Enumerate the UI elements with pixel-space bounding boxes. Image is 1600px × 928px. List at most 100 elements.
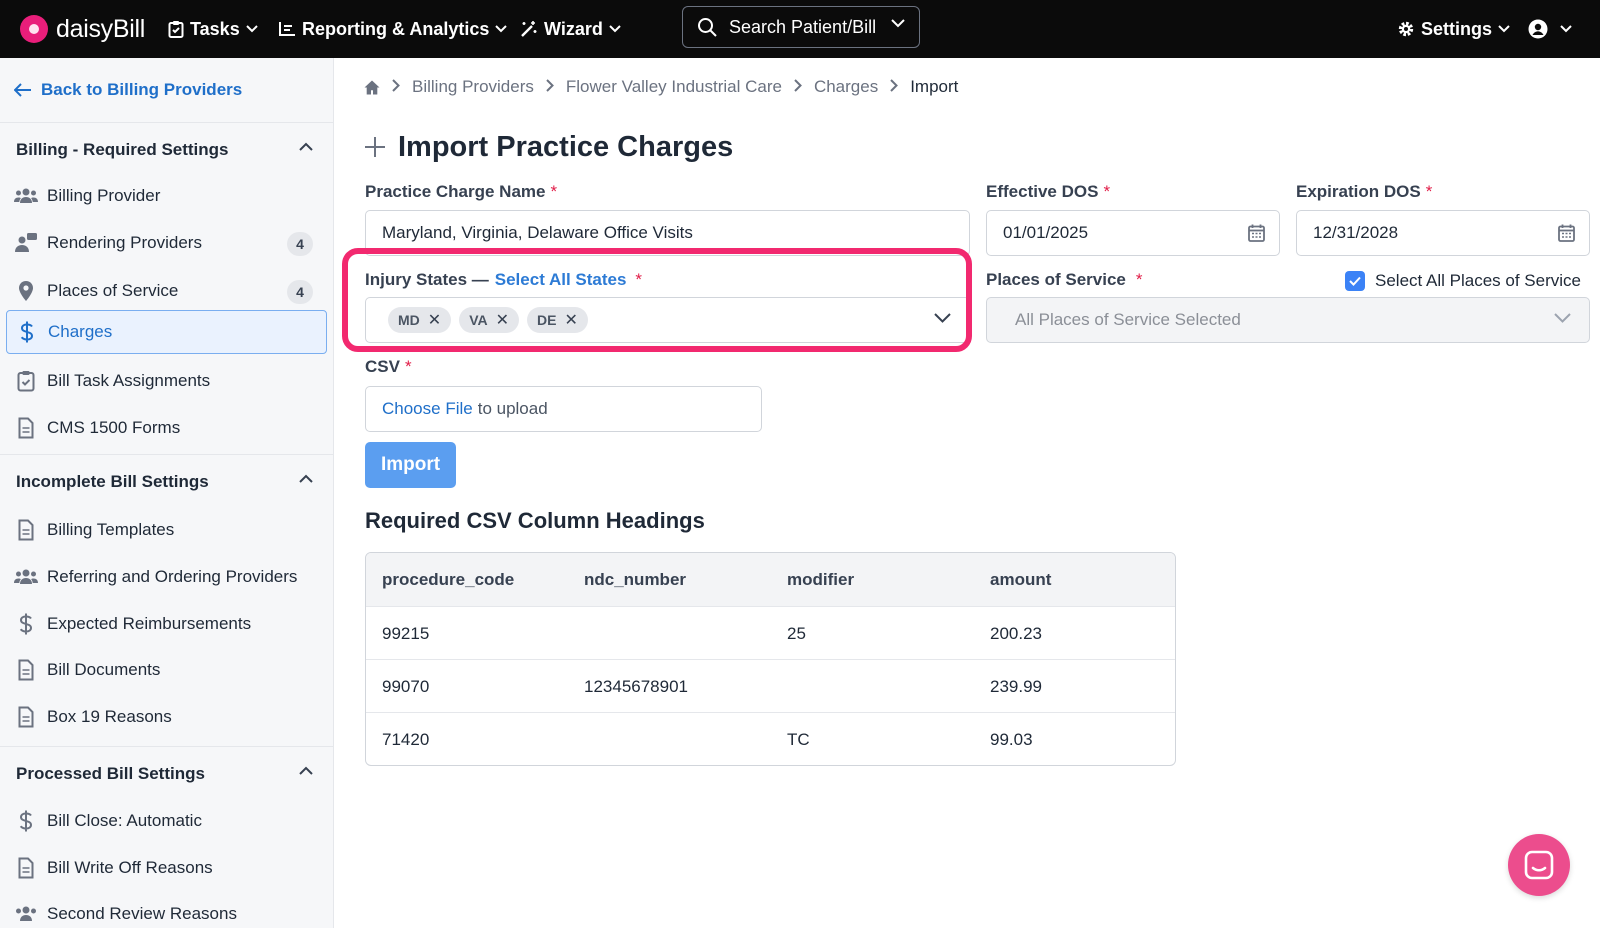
breadcrumb-charges[interactable]: Charges (814, 77, 878, 97)
chevron-down-icon (1554, 313, 1571, 323)
select-all-pos-checkbox[interactable]: Select All Places of Service (1345, 270, 1581, 292)
clipboard-icon (168, 21, 184, 38)
chevron-down-icon (245, 25, 258, 33)
select-all-states-link[interactable]: Select All States (495, 270, 627, 290)
sidebar-item-expected-reimbursements[interactable]: Expected Reimbursements (6, 602, 327, 646)
sidebar-item-bill-documents[interactable]: Bill Documents (6, 648, 327, 692)
sidebar-item-label: Bill Write Off Reasons (47, 858, 213, 877)
nav-settings-label: Settings (1421, 18, 1493, 39)
sidebar-item-label: Box 19 Reasons (47, 707, 172, 726)
required-mark: * (635, 270, 643, 289)
charge-name-value: Maryland, Virginia, Delaware Office Visi… (382, 223, 693, 242)
section-incomplete-bill[interactable]: Incomplete Bill Settings (0, 462, 333, 502)
csv-headings-title: Required CSV Column Headings (365, 508, 705, 533)
calendar-icon[interactable] (1248, 224, 1265, 242)
injury-states-select[interactable]: MD ✕ VA ✕ DE ✕ (365, 297, 970, 343)
table-cell: 12345678901 (584, 676, 689, 696)
sidebar-item-charges[interactable]: Charges (6, 310, 327, 354)
column-header: amount (990, 569, 1052, 589)
sidebar-item-billing-templates[interactable]: Billing Templates (6, 508, 327, 552)
places-of-service-label: Places of Service * (986, 269, 1143, 291)
remove-icon[interactable]: ✕ (428, 310, 441, 330)
to-upload-text: to upload (477, 399, 548, 418)
tag-label: DE (537, 312, 557, 328)
breadcrumb-provider[interactable]: Flower Valley Industrial Care (566, 77, 782, 97)
chevron-down-icon[interactable] (934, 313, 951, 323)
calendar-icon[interactable] (1558, 224, 1575, 242)
sidebar-item-label: Billing Templates (47, 520, 175, 539)
breadcrumb-current: Import (910, 77, 959, 96)
charge-name-input[interactable]: Maryland, Virginia, Delaware Office Visi… (365, 210, 970, 256)
users-icon (14, 184, 38, 208)
chevron-right-icon (890, 77, 899, 97)
tag-label: MD (398, 312, 420, 328)
section-billing-required[interactable]: Billing - Required Settings (0, 130, 333, 170)
sidebar-item-second-review-reasons[interactable]: Second Review Reasons (6, 892, 327, 928)
table-header-row: procedure_code ndc_number modifier amoun… (366, 553, 1175, 606)
page-title: Import Practice Charges (364, 128, 733, 166)
checkbox-checked-icon[interactable] (1345, 271, 1365, 291)
required-mark: * (1103, 182, 1111, 201)
effective-dos-input[interactable]: 01/01/2025 (986, 210, 1280, 256)
section-title: Processed Bill Settings (16, 764, 205, 783)
sidebar-item-billing-provider[interactable]: Billing Provider (6, 174, 327, 218)
section-processed-bill[interactable]: Processed Bill Settings (0, 754, 333, 794)
sidebar-item-box-19-reasons[interactable]: Box 19 Reasons (6, 695, 327, 739)
sidebar-item-bill-task-assignments[interactable]: Bill Task Assignments (6, 359, 327, 403)
chevron-right-icon (546, 77, 554, 97)
chat-launcher-button[interactable] (1508, 834, 1570, 896)
state-tag-de: DE ✕ (527, 307, 588, 333)
user-menu[interactable] (1528, 16, 1572, 42)
import-button[interactable]: Import (365, 442, 456, 488)
sidebar-item-places-of-service[interactable]: Places of Service 4 (6, 269, 327, 313)
chevron-down-icon (495, 25, 508, 33)
sidebar-item-referring-providers[interactable]: Referring and Ordering Providers (6, 555, 327, 599)
back-to-billing-providers-link[interactable]: Back to Billing Providers (14, 80, 242, 100)
sidebar-item-label: Billing Provider (47, 186, 161, 205)
home-icon[interactable] (364, 80, 380, 95)
expiration-dos-value: 12/31/2028 (1313, 223, 1399, 242)
table-cell: 71420 (382, 729, 430, 749)
nav-settings[interactable]: Settings (1397, 16, 1510, 42)
back-link-label: Back to Billing Providers (41, 80, 243, 99)
required-mark: * (1135, 270, 1143, 289)
flower-icon (20, 15, 48, 43)
divider (0, 746, 333, 747)
choose-file-link[interactable]: Choose File (382, 399, 473, 419)
dollar-icon (15, 320, 39, 344)
table-cell: TC (787, 729, 810, 749)
nav-tasks[interactable]: Tasks (168, 16, 258, 42)
expiration-dos-input[interactable]: 12/31/2028 (1296, 210, 1590, 256)
logo-text: daisyBill (56, 14, 145, 43)
sidebar-item-cms-1500-forms[interactable]: CMS 1500 Forms (6, 406, 327, 450)
remove-icon[interactable]: ✕ (564, 310, 577, 330)
nav-reporting-label: Reporting & Analytics (302, 18, 490, 39)
chevron-down-icon (891, 19, 905, 28)
breadcrumb-billing-providers[interactable]: Billing Providers (412, 77, 534, 97)
csv-file-input[interactable]: Choose File to upload (365, 386, 762, 432)
chevron-right-icon (794, 77, 802, 97)
sidebar-item-label: Expected Reimbursements (47, 614, 252, 633)
sidebar-item-bill-write-off-reasons[interactable]: Bill Write Off Reasons (6, 846, 327, 890)
settings-sidebar: Back to Billing Providers Billing - Requ… (0, 58, 334, 928)
sidebar-item-label: Rendering Providers (47, 233, 202, 252)
column-header: procedure_code (382, 569, 515, 589)
divider (0, 454, 333, 455)
remove-icon[interactable]: ✕ (496, 310, 509, 330)
nav-wizard[interactable]: Wizard (520, 16, 621, 42)
user-chat-icon (14, 231, 38, 255)
sidebar-item-label: Charges (48, 322, 113, 341)
sidebar-item-bill-close-automatic[interactable]: Bill Close: Automatic (6, 799, 327, 843)
places-of-service-value: All Places of Service Selected (1015, 310, 1241, 329)
plus-icon (365, 137, 385, 157)
sidebar-item-rendering-providers[interactable]: Rendering Providers 4 (6, 221, 327, 265)
nav-reporting[interactable]: Reporting & Analytics (278, 16, 508, 42)
daisybill-logo[interactable]: daisyBill (20, 12, 145, 46)
search-patient-bill[interactable]: Search Patient/Bill (682, 6, 920, 48)
label-text: Practice Charge Name (365, 182, 546, 201)
breadcrumb: Billing Providers Flower Valley Industri… (364, 76, 958, 98)
document-icon (14, 416, 38, 440)
chevron-down-icon (609, 25, 621, 33)
table-row: 99215 25 200.23 (366, 606, 1175, 659)
arrow-left-icon (14, 83, 31, 97)
